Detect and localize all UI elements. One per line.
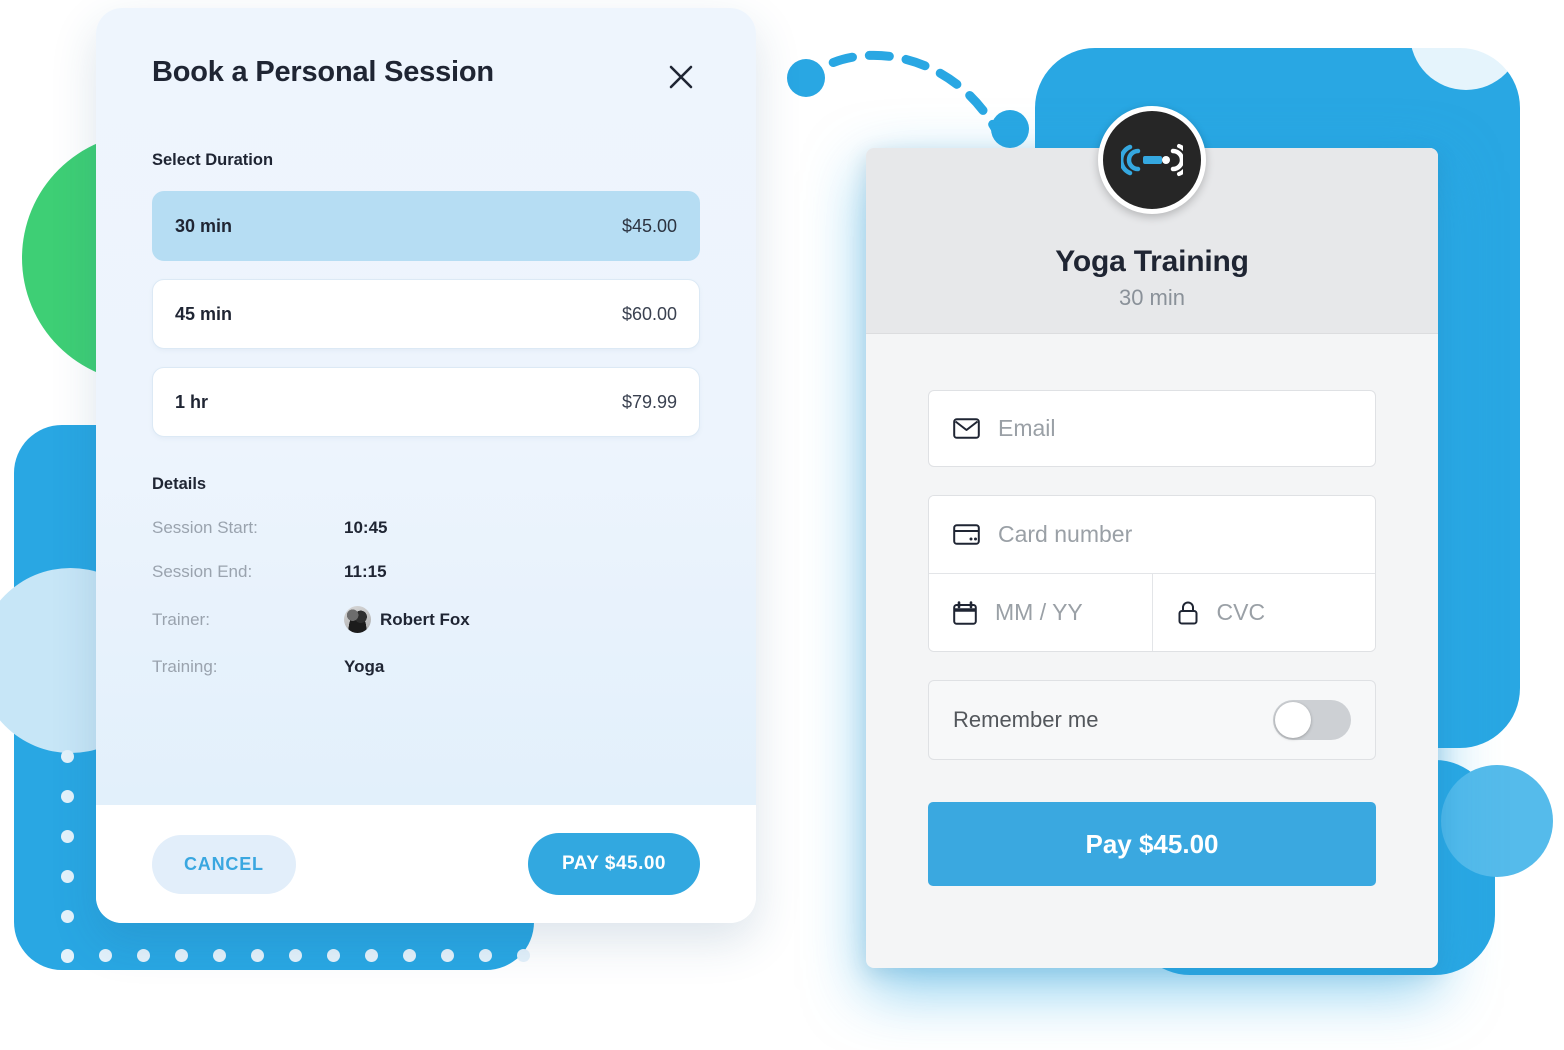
credit-card-icon xyxy=(953,524,980,545)
lock-icon xyxy=(1178,601,1197,625)
decor-dot xyxy=(326,948,340,962)
detail-value: Robert Fox xyxy=(344,606,470,633)
cvc-placeholder: CVC xyxy=(1216,599,1266,625)
card-details-group: Card number MM / YY CVC xyxy=(928,495,1376,652)
duration-option[interactable]: 1 hr $79.99 xyxy=(152,367,700,437)
decor-dot xyxy=(250,948,264,962)
decor-dot xyxy=(592,948,606,962)
toggle-knob xyxy=(1275,702,1311,738)
decor-dot xyxy=(136,948,150,962)
detail-row: Trainer: Robert Fox xyxy=(152,606,700,633)
detail-value-text: 11:15 xyxy=(344,562,387,581)
screenshot-stage: Book a Personal Session Select Duration … xyxy=(0,0,1564,1050)
booking-modal: Book a Personal Session Select Duration … xyxy=(96,8,756,923)
detail-value: Yoga xyxy=(344,657,384,677)
details-label: Details xyxy=(152,475,207,493)
detail-value: 11:15 xyxy=(344,562,387,582)
booking-modal-footer: CANCEL PAY $45.00 xyxy=(96,805,756,923)
decor-dot xyxy=(98,948,112,962)
decor-dot xyxy=(516,948,530,962)
decor-dot xyxy=(60,829,74,843)
remember-me-label: Remember me xyxy=(953,707,1099,732)
remember-me-toggle[interactable] xyxy=(1273,700,1351,740)
checkout-card: Yoga Training 30 min Email Card number M… xyxy=(866,106,1438,968)
close-icon xyxy=(669,65,693,89)
decor-lightblue-circle-right xyxy=(1441,765,1553,877)
select-duration-label: Select Duration xyxy=(152,151,274,169)
remember-me-row: Remember me xyxy=(928,680,1376,760)
detail-row: Training: Yoga xyxy=(152,657,700,677)
duration-options-list: 30 min $45.00 45 min $60.00 1 hr $79.99 xyxy=(152,191,700,437)
duration-label: 30 min xyxy=(175,215,233,236)
duration-option[interactable]: 45 min $60.00 xyxy=(152,279,700,349)
checkout-pay-button[interactable]: Pay $45.00 xyxy=(928,802,1376,886)
email-placeholder: Email xyxy=(998,415,1056,441)
avatar xyxy=(344,606,371,633)
expiry-placeholder: MM / YY xyxy=(995,599,1083,625)
decor-dot xyxy=(60,869,74,883)
details-list: Session Start: 10:45 Session End: 11:15 Trai… xyxy=(152,518,700,677)
dumbbell-icon xyxy=(1121,144,1183,176)
decor-dot xyxy=(440,948,454,962)
email-field[interactable]: Email xyxy=(928,390,1376,467)
duration-price: $60.00 xyxy=(621,303,677,324)
decor-dot xyxy=(60,789,74,803)
decor-dot xyxy=(402,948,416,962)
checkout-subtitle: 30 min xyxy=(1118,285,1186,310)
detail-value: 10:45 xyxy=(344,518,387,538)
checkout-card-header: Yoga Training 30 min xyxy=(866,106,1438,334)
pay-button[interactable]: PAY $45.00 xyxy=(528,833,700,895)
checkout-form: Email Card number MM / YY CVC Remember m… xyxy=(866,334,1438,886)
duration-label: 45 min xyxy=(175,303,233,324)
decor-dot xyxy=(212,948,226,962)
decor-dot xyxy=(478,948,492,962)
duration-label: 1 hr xyxy=(175,391,209,412)
duration-price: $79.99 xyxy=(621,391,677,412)
duration-price: $45.00 xyxy=(621,215,677,236)
calendar-icon xyxy=(953,600,977,625)
card-number-field[interactable]: Card number xyxy=(929,496,1375,573)
decor-dot xyxy=(174,948,188,962)
cancel-button[interactable]: CANCEL xyxy=(152,834,296,894)
envelope-icon xyxy=(953,418,980,439)
detail-value-text: Robert Fox xyxy=(380,609,470,629)
close-button[interactable] xyxy=(662,58,700,96)
decor-dot xyxy=(630,948,644,962)
decor-dot xyxy=(60,948,74,962)
checkout-title: Yoga Training xyxy=(1055,245,1249,278)
duration-option[interactable]: 30 min $45.00 xyxy=(152,191,700,261)
booking-modal-body: Book a Personal Session Select Duration … xyxy=(96,8,756,805)
decor-dot xyxy=(60,749,74,763)
detail-key: Session Start: xyxy=(152,518,258,537)
decor-dot xyxy=(60,909,74,923)
page-title: Book a Personal Session xyxy=(152,56,494,88)
expiry-field[interactable]: MM / YY xyxy=(929,574,1152,651)
cvc-field[interactable]: CVC xyxy=(1151,574,1375,651)
detail-value-text: Yoga xyxy=(344,657,385,676)
booking-modal-header: Book a Personal Session xyxy=(152,56,700,96)
card-number-placeholder: Card number xyxy=(998,521,1133,547)
decor-arc-dot-end xyxy=(991,110,1029,148)
detail-key: Session End: xyxy=(152,562,253,581)
detail-value-text: 10:45 xyxy=(344,518,388,537)
decor-dot xyxy=(364,948,378,962)
decor-arc-dot-start xyxy=(787,59,825,97)
card-expiry-cvc-row: MM / YY CVC xyxy=(929,573,1375,651)
detail-row: Session End: 11:15 xyxy=(152,562,700,582)
detail-key: Trainer: xyxy=(152,609,210,629)
decor-dot xyxy=(288,948,302,962)
detail-key: Training: xyxy=(152,657,218,676)
decor-dot xyxy=(554,948,568,962)
brand-logo xyxy=(1098,106,1206,214)
detail-row: Session Start: 10:45 xyxy=(152,518,700,538)
